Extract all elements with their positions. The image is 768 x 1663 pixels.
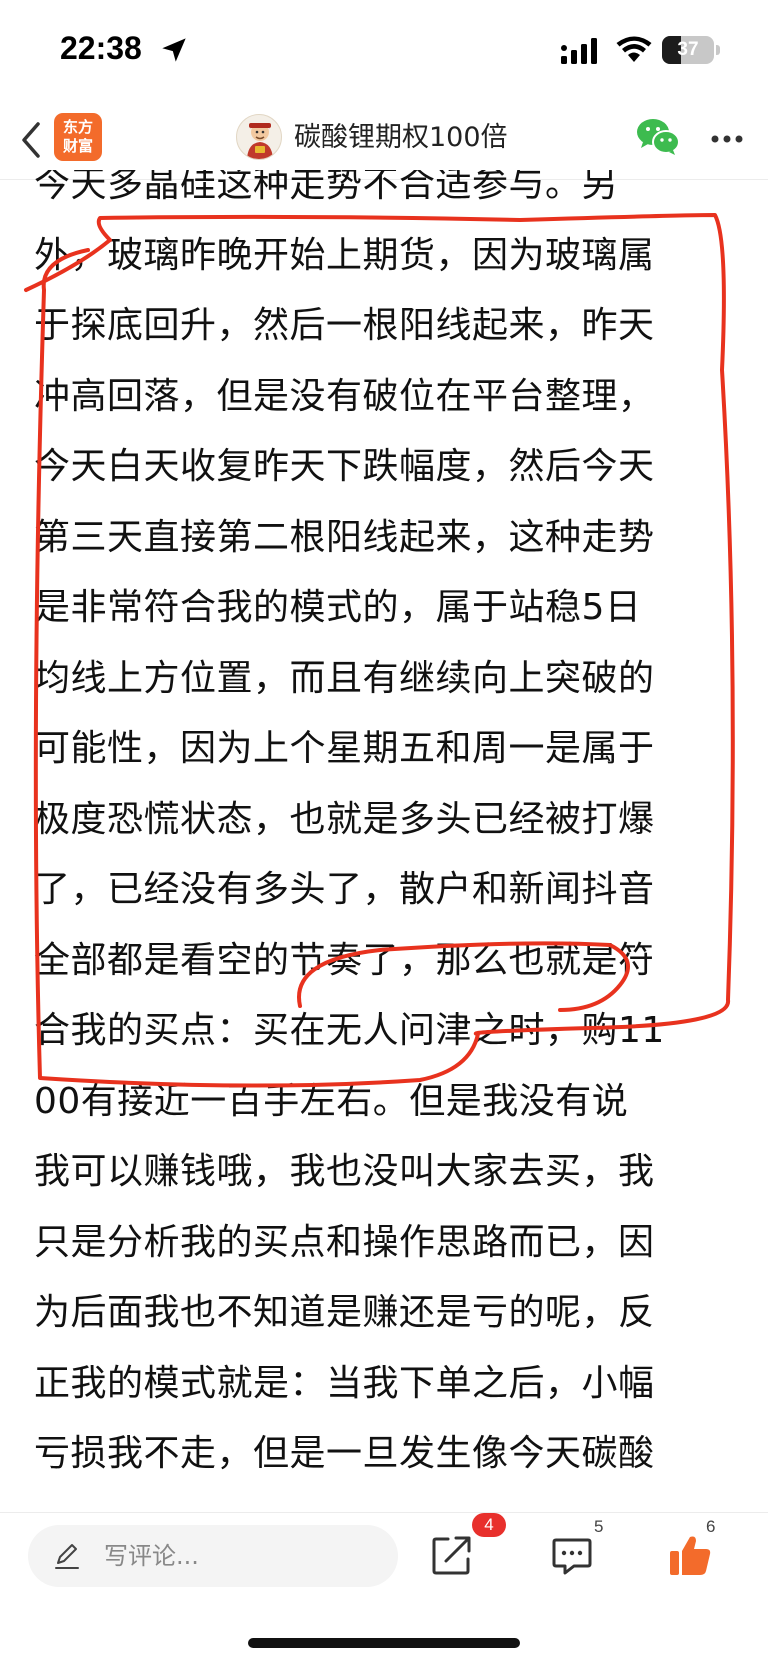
wifi-icon: [616, 36, 652, 62]
article-line: 为后面我也不知道是赚还是亏的呢，反: [34, 1292, 655, 1333]
article-line: 只是分析我的买点和操作思路而已，因: [34, 1221, 655, 1263]
status-time: 22:38: [60, 30, 142, 66]
comment-bubble-icon[interactable]: [552, 1537, 592, 1575]
bottom-action-bar: 写评论... 4 5 6: [0, 1512, 768, 1663]
article-line: 今天白天收复昨天下跌幅度，然后今天: [34, 446, 655, 487]
comment-count: 5: [594, 1517, 604, 1536]
share-icon[interactable]: [432, 1535, 472, 1575]
thumbs-up-icon[interactable]: [668, 1533, 712, 1577]
logo-line-1: 东方: [62, 118, 93, 136]
status-bar: 22:38 37: [0, 0, 768, 100]
article-line: 第三天直接第二根阳线起来，这种走势: [34, 516, 655, 558]
article-line: 外，玻璃昨晚开始上期货，因为玻璃属: [34, 234, 655, 276]
battery-indicator: 37: [662, 36, 714, 64]
battery-cap: [716, 45, 720, 55]
home-indicator: [248, 1638, 520, 1648]
screen: 22:38 37 东方 财富 碳酸锂期权100倍 今天多晶硅这种走势不合适参与。…: [0, 0, 768, 1663]
article-body: 今天多晶硅这种走势不合适参与。另外，玻璃昨晚开始上期货，因为玻璃属 于探底回升，然…: [0, 170, 768, 1512]
nav-bar: 东方 财富 碳酸锂期权100倍: [0, 100, 768, 180]
pencil-icon: [55, 1544, 79, 1569]
article-line: 极度恐慌状态，也就是多头已经被打爆: [34, 798, 655, 840]
wechat-share-icon[interactable]: [636, 117, 680, 157]
like-count: 6: [706, 1517, 716, 1536]
article-line: 正我的模式就是：当我下单之后，小幅: [34, 1362, 655, 1404]
article-line: 均线上方位置，而且有继续向上突破的: [34, 657, 655, 699]
location-arrow-icon: [162, 38, 186, 62]
more-options-icon[interactable]: [710, 134, 744, 144]
article-line: 于探底回升，然后一根阳线起来，昨天: [34, 305, 655, 346]
article-line: 了，已经没有多头了，散户和新闻抖音: [34, 869, 655, 910]
article-text: 今天多晶硅这种走势不合适参与。另外，玻璃昨晚开始上期货，因为玻璃属 于探底回升，然…: [34, 170, 734, 1490]
author-avatar[interactable]: [236, 114, 282, 160]
article-line: 00有接近一百手左右。但是我没有说: [34, 1080, 629, 1122]
cellular-signal-icon: [561, 38, 597, 64]
app-logo[interactable]: 东方 财富: [54, 113, 102, 161]
article-line: 可能性，因为上个星期五和周一是属于: [34, 728, 655, 769]
logo-line-2: 财富: [62, 137, 93, 155]
article-line: 冲高回落，但是没有破位在平台整理，: [34, 375, 655, 417]
article-line: 合我的买点：买在无人问津之时，购11: [34, 1010, 665, 1051]
avatar-figure-icon: [247, 123, 273, 159]
back-chevron-icon[interactable]: [18, 118, 44, 162]
battery-level: 37: [677, 39, 699, 60]
post-title: 碳酸锂期权100倍: [294, 122, 508, 153]
article-line: 我可以赚钱哦，我也没叫大家去买，我: [34, 1151, 655, 1192]
share-count-badge: 4: [472, 1513, 506, 1537]
article-line: 今天多晶硅这种走势不合适参与。另: [34, 170, 619, 205]
comment-input[interactable]: 写评论...: [28, 1525, 398, 1587]
article-line: 是非常符合我的模式的，属于站稳5日: [34, 587, 642, 628]
article-line: 全部都是看空的节奏了，那么也就是符: [34, 939, 655, 981]
comment-placeholder: 写评论...: [104, 1542, 199, 1570]
article-line: 亏损我不走，但是一旦发生像今天碳酸: [34, 1433, 655, 1474]
